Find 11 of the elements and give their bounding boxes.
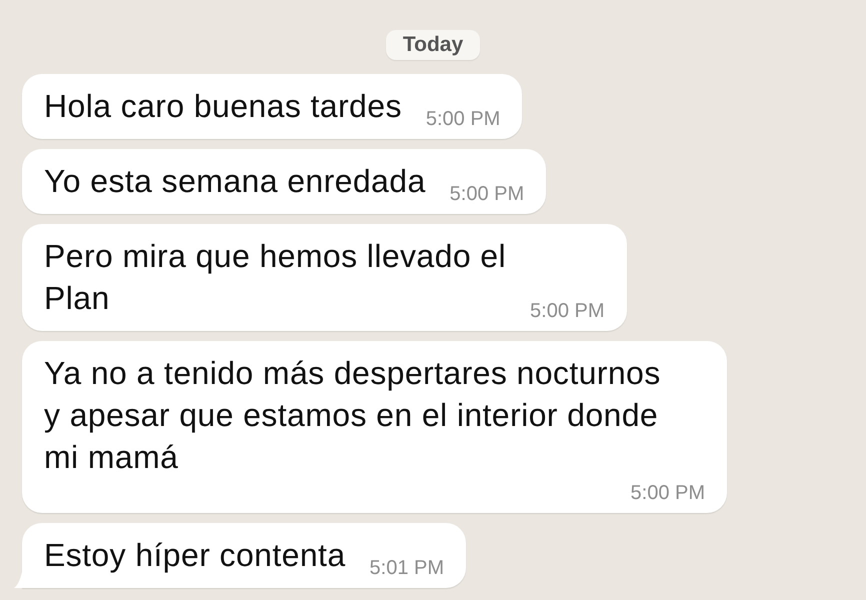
message-time: 5:00 PM [424, 108, 500, 131]
message-text: Estoy híper contenta [44, 536, 346, 575]
date-divider: Today [386, 30, 480, 60]
message-text: Yo esta semana enredada [44, 162, 426, 201]
message-time: 5:00 PM [630, 482, 705, 505]
message-text: Pero mira que hemos llevado el Plan [44, 237, 506, 318]
message-text: Ya no a tenido más despertares nocturnos y apesar que estamos en el interior donde mi mamá [44, 354, 661, 477]
message-time: 5:00 PM [448, 183, 524, 206]
message-time: 5:01 PM [368, 557, 444, 580]
message-text: Hola caro buenas tardes [44, 87, 402, 126]
message-time: 5:00 PM [529, 300, 604, 323]
